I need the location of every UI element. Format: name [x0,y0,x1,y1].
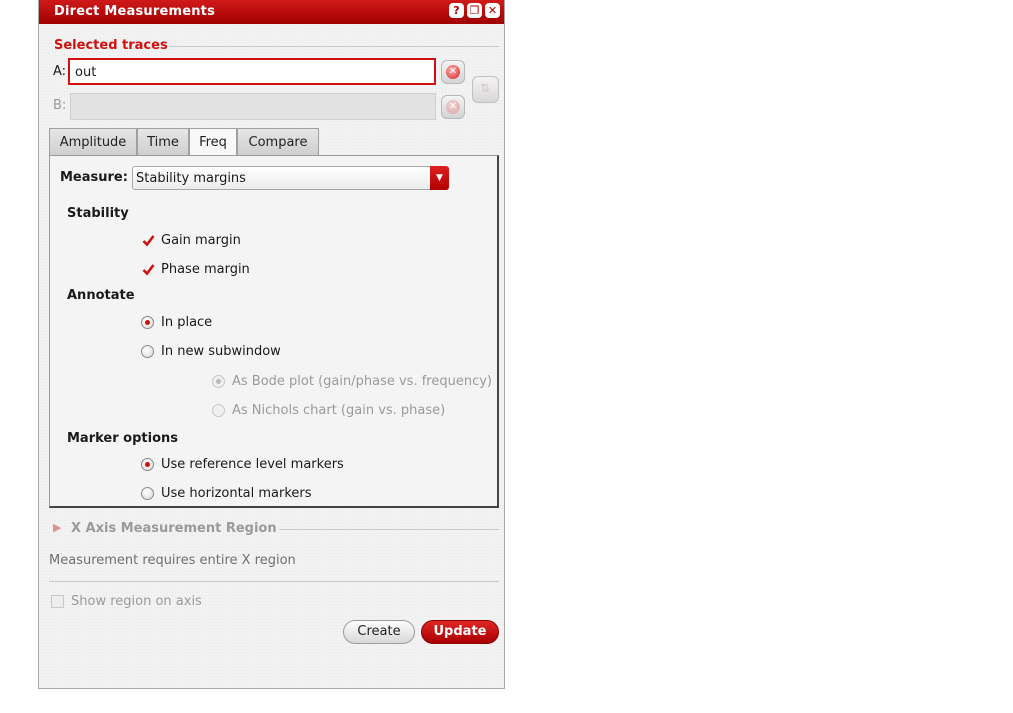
trace-b-label: B: [53,98,67,113]
checkmark-icon [142,235,155,247]
swap-icon: ⇅ [480,81,491,95]
nichols-chart-radio[interactable] [212,404,225,417]
title-bar: Direct Measurements ? ❐ ✕ [39,0,504,24]
marker-options-heading: Marker options [67,431,179,446]
trace-a-label: A: [53,64,67,79]
tab-freq[interactable]: Freq [189,128,237,156]
gain-margin-checkbox[interactable] [142,234,155,247]
tab-time[interactable]: Time [137,128,189,155]
clear-icon: ✕ [446,65,460,79]
in-new-subwindow-label: In new subwindow [161,344,281,359]
horizontal-markers-radio[interactable] [141,487,154,500]
clear-trace-a-button[interactable]: ✕ [441,60,465,84]
phase-margin-checkbox[interactable] [142,263,155,276]
direct-measurements-panel: Direct Measurements ? ❐ ✕ Selected trace… [38,0,505,689]
bode-plot-radio[interactable] [212,375,225,388]
chevron-down-icon: ▼ [430,166,449,190]
create-button[interactable]: Create [343,620,415,644]
clear-icon: ✕ [446,100,460,114]
expand-arrow-icon: ▶ [53,521,62,534]
tab-amplitude[interactable]: Amplitude [49,128,137,155]
section-divider [169,46,499,47]
measure-label: Measure: [60,170,128,185]
window-title: Direct Measurements [54,4,216,19]
in-new-subwindow-radio[interactable] [141,345,154,358]
x-region-note: Measurement requires entire X region [49,553,296,568]
trace-a-field[interactable]: out [68,58,436,85]
trace-b-field[interactable] [70,93,436,120]
trace-a-value: out [75,65,97,80]
selected-traces-heading: Selected traces [54,38,168,53]
in-place-label: In place [161,315,213,330]
phase-margin-label: Phase margin [161,262,250,277]
show-region-checkbox[interactable] [51,595,64,608]
checkmark-icon [142,264,155,276]
swap-traces-button[interactable]: ⇅ [472,76,499,103]
clear-trace-b-button[interactable]: ✕ [441,95,465,119]
x-axis-heading: X Axis Measurement Region [71,521,277,536]
nichols-chart-label: As Nichols chart (gain vs. phase) [232,403,446,418]
annotate-heading: Annotate [67,288,135,303]
update-button[interactable]: Update [421,620,499,644]
tab-compare[interactable]: Compare [237,128,319,155]
close-button[interactable]: ✕ [485,3,500,18]
measure-select[interactable]: Stability margins ▼ [132,166,449,190]
reference-markers-radio[interactable] [141,458,154,471]
freq-tab-content: Measure: Stability margins ▼ Stability G… [49,155,499,508]
gain-margin-label: Gain margin [161,233,241,248]
in-place-radio[interactable] [141,316,154,329]
measure-value: Stability margins [136,171,246,186]
section-divider [49,581,499,582]
reference-markers-label: Use reference level markers [161,457,344,472]
help-button[interactable]: ? [449,3,464,18]
horizontal-markers-label: Use horizontal markers [161,486,312,501]
section-divider [279,529,499,530]
undock-button[interactable]: ❐ [467,3,482,18]
stability-heading: Stability [67,206,129,221]
show-region-label: Show region on axis [71,594,202,609]
bode-plot-label: As Bode plot (gain/phase vs. frequency) [232,374,492,389]
x-axis-section-toggle[interactable]: ▶ X Axis Measurement Region [53,521,283,539]
